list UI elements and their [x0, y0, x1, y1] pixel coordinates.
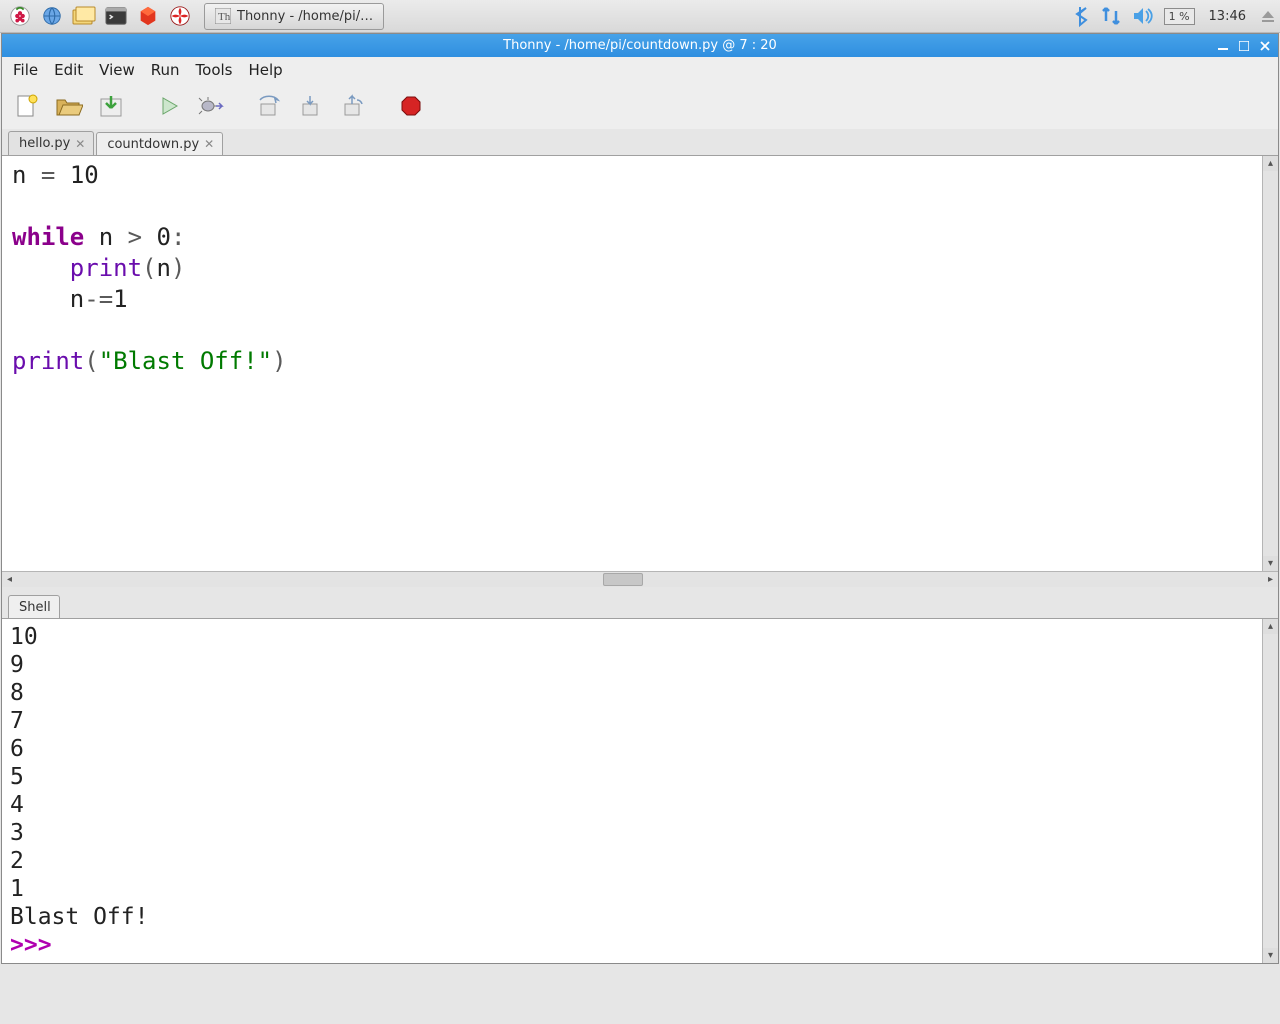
- editor-tab-countdown-py[interactable]: countdown.py ✕: [96, 132, 223, 156]
- os-taskbar: Th Thonny - /home/pi/… 1 % 13:46: [0, 0, 1280, 33]
- web-browser-icon[interactable]: [36, 2, 68, 30]
- step-out-button[interactable]: [338, 91, 368, 121]
- save-button[interactable]: [96, 91, 126, 121]
- toolbar: [2, 83, 1278, 129]
- shell-tab-label: Shell: [19, 600, 51, 615]
- menu-view[interactable]: View: [92, 59, 142, 81]
- scroll-down-icon[interactable]: ▾: [1263, 948, 1278, 963]
- editor-tab-bar: hello.py ✕ countdown.py ✕: [2, 129, 1278, 155]
- menu-file[interactable]: File: [6, 59, 45, 81]
- close-tab-icon[interactable]: ✕: [75, 137, 85, 151]
- svg-text:Th: Th: [218, 11, 231, 23]
- network-icon[interactable]: [1100, 5, 1122, 27]
- editor-horizontal-scrollbar[interactable]: ◂ ▸: [2, 571, 1278, 587]
- file-manager-icon[interactable]: [68, 2, 100, 30]
- window-minimize-icon[interactable]: [1215, 38, 1230, 53]
- bluetooth-icon[interactable]: [1072, 5, 1090, 27]
- shell-vertical-scrollbar[interactable]: ▴ ▾: [1262, 619, 1278, 963]
- eject-icon[interactable]: [1260, 8, 1276, 24]
- taskbar-app-thonny[interactable]: Th Thonny - /home/pi/…: [204, 3, 384, 30]
- tab-label: hello.py: [19, 136, 70, 151]
- code-editor[interactable]: n = 10 while n > 0: print(n) n-=1 print(…: [2, 156, 1262, 571]
- window-maximize-icon[interactable]: [1236, 38, 1251, 53]
- shell-tab[interactable]: Shell: [8, 595, 60, 619]
- shell-tab-bar: Shell: [2, 593, 1278, 618]
- window-close-icon[interactable]: [1257, 38, 1272, 53]
- raspberry-menu-icon[interactable]: [4, 2, 36, 30]
- editor-vertical-scrollbar[interactable]: ▴ ▾: [1262, 156, 1278, 571]
- volume-icon[interactable]: [1132, 6, 1154, 26]
- menu-tools[interactable]: Tools: [189, 59, 240, 81]
- menu-run[interactable]: Run: [144, 59, 187, 81]
- menu-edit[interactable]: Edit: [47, 59, 90, 81]
- window-title: Thonny - /home/pi/countdown.py @ 7 : 20: [2, 38, 1278, 53]
- scroll-up-icon[interactable]: ▴: [1263, 619, 1278, 634]
- scroll-down-icon[interactable]: ▾: [1263, 556, 1278, 571]
- scroll-right-icon[interactable]: ▸: [1263, 572, 1278, 587]
- scroll-up-icon[interactable]: ▴: [1263, 156, 1278, 171]
- taskbar-app-label: Thonny - /home/pi/…: [237, 9, 373, 24]
- step-into-button[interactable]: [296, 91, 326, 121]
- scroll-thumb[interactable]: [603, 573, 643, 586]
- system-tray: 1 % 13:46: [1072, 5, 1276, 27]
- shell-prompt: >>>: [10, 932, 65, 958]
- window-titlebar[interactable]: Thonny - /home/pi/countdown.py @ 7 : 20: [2, 34, 1278, 57]
- mathematica-icon[interactable]: [132, 2, 164, 30]
- terminal-icon[interactable]: [100, 2, 132, 30]
- stop-button[interactable]: [396, 91, 426, 121]
- run-button[interactable]: [154, 91, 184, 121]
- menu-bar: FileEditViewRunToolsHelp: [2, 57, 1278, 83]
- new-file-button[interactable]: [12, 91, 42, 121]
- cpu-usage[interactable]: 1 %: [1164, 8, 1195, 25]
- scroll-left-icon[interactable]: ◂: [2, 572, 17, 587]
- step-over-button[interactable]: [254, 91, 284, 121]
- editor-tab-hello-py[interactable]: hello.py ✕: [8, 131, 94, 155]
- shell-pane: Shell 10987654321Blast Off!>>> ▴ ▾: [2, 593, 1278, 963]
- clock[interactable]: 13:46: [1209, 9, 1246, 24]
- menu-help[interactable]: Help: [242, 59, 290, 81]
- thonny-window: Thonny - /home/pi/countdown.py @ 7 : 20 …: [1, 33, 1279, 964]
- debug-button[interactable]: [196, 91, 226, 121]
- editor-pane: n = 10 while n > 0: print(n) n-=1 print(…: [2, 155, 1278, 571]
- wolfram-icon[interactable]: [164, 2, 196, 30]
- shell-output[interactable]: 10987654321Blast Off!>>>: [2, 619, 1262, 963]
- tab-label: countdown.py: [107, 137, 199, 152]
- open-file-button[interactable]: [54, 91, 84, 121]
- close-tab-icon[interactable]: ✕: [204, 137, 214, 151]
